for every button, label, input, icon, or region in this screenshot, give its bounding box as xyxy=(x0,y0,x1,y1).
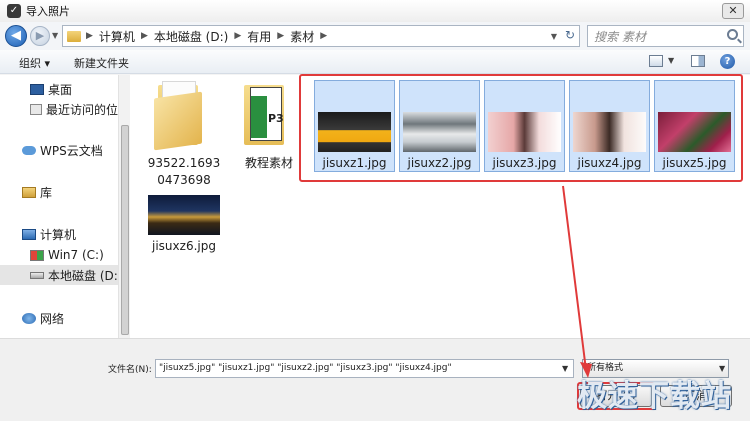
sidebar-item-local-disk-d[interactable]: 本地磁盘 (D: xyxy=(0,265,118,285)
breadcrumb-materials[interactable]: 素材 xyxy=(290,28,314,45)
close-button[interactable]: ✕ xyxy=(722,3,744,19)
image-thumbnail xyxy=(573,112,646,152)
folder-93522[interactable] xyxy=(154,81,204,151)
sidebar-item-label: Win7 (C:) xyxy=(48,248,104,262)
library-icon xyxy=(22,186,36,198)
cloud-icon xyxy=(22,145,36,155)
scrollbar-thumb[interactable] xyxy=(121,125,129,335)
chevron-right-icon[interactable]: ▶ xyxy=(320,31,327,41)
breadcrumb-local-disk[interactable]: 本地磁盘 (D:) xyxy=(154,28,228,45)
file-jisuxz2[interactable]: jisuxz2.jpg xyxy=(399,80,480,172)
address-dropdown-icon[interactable]: ▼ xyxy=(551,32,557,41)
windows-drive-icon xyxy=(30,249,44,261)
cancel-button[interactable]: 取消 xyxy=(660,385,732,407)
navigation-pane: 桌面 最近访问的位 WPS云文档 库 计算机 Win7 (C:) 本地磁盘 (D… xyxy=(0,75,118,338)
mp3-stripe xyxy=(251,96,267,138)
folder-icon xyxy=(154,91,202,151)
chevron-right-icon[interactable]: ▶ xyxy=(141,31,148,41)
image-thumbnail xyxy=(403,112,476,152)
file-jisuxz6-label[interactable]: jisuxz6.jpg xyxy=(144,238,224,255)
preview-pane-icon[interactable] xyxy=(691,55,705,67)
window-title: 导入照片 xyxy=(26,5,70,18)
file-jisuxz1[interactable]: jisuxz1.jpg xyxy=(314,80,395,172)
drive-icon xyxy=(30,271,44,279)
sidebar-item-network[interactable]: 网络 xyxy=(0,308,118,328)
history-dropdown-icon[interactable]: ▼ xyxy=(52,31,58,40)
mp3-file-icon: P3 xyxy=(250,87,284,141)
sidebar-item-computer[interactable]: 计算机 xyxy=(0,224,118,244)
computer-icon xyxy=(22,228,36,240)
filetype-dropdown-icon[interactable]: ▼ xyxy=(719,364,725,373)
sidebar-item-label: 桌面 xyxy=(48,82,73,97)
sidebar-item-library[interactable]: 库 xyxy=(0,182,118,202)
recent-icon xyxy=(30,103,42,115)
file-name: jisuxz3.jpg xyxy=(492,156,557,170)
sidebar-item-wps-cloud[interactable]: WPS云文档 xyxy=(0,140,118,160)
mp3-badge: P3 xyxy=(268,112,284,125)
back-button[interactable]: ◀ xyxy=(5,25,27,47)
folder-icon xyxy=(67,30,81,42)
folder-tutorial-materials[interactable]: P3 xyxy=(240,81,290,149)
chevron-right-icon[interactable]: ▶ xyxy=(277,31,284,41)
file-list: 93522.1693 0473698 P3 教程素材 jisuxz1.jpg j… xyxy=(130,75,750,338)
forward-button[interactable]: ▶ xyxy=(30,26,50,46)
folder-label-line2: 0473698 xyxy=(157,173,211,187)
search-icon xyxy=(727,29,738,40)
chevron-right-icon[interactable]: ▶ xyxy=(86,31,93,41)
navigation-bar: ◀ ▶ ▼ ▶ 计算机 ▶ 本地磁盘 (D:) ▶ 有用 ▶ 素材 ▶ ▼ ↻ … xyxy=(0,22,750,50)
sidebar-item-label: 本地磁盘 (D: xyxy=(48,268,118,283)
breadcrumb-useful[interactable]: 有用 xyxy=(247,28,271,45)
folder-tutorial-label[interactable]: 教程素材 xyxy=(234,155,304,172)
image-thumbnail xyxy=(488,112,561,152)
organize-menu[interactable]: 组织 ▾ xyxy=(19,55,50,71)
image-thumbnail xyxy=(318,112,391,152)
desktop-icon xyxy=(30,83,44,95)
network-icon xyxy=(22,312,36,324)
app-icon: ✓ xyxy=(7,4,21,18)
sidebar-item-label: WPS云文档 xyxy=(40,143,103,158)
sidebar-item-desktop[interactable]: 桌面 xyxy=(0,79,118,99)
new-folder-button[interactable]: 新建文件夹 xyxy=(74,55,129,71)
chevron-right-icon[interactable]: ▶ xyxy=(234,31,241,41)
image-thumbnail xyxy=(658,112,731,152)
filename-input[interactable]: "jisuxz5.jpg" "jisuxz1.jpg" "jisuxz2.jpg… xyxy=(155,359,574,378)
file-name: jisuxz2.jpg xyxy=(407,156,472,170)
help-icon[interactable]: ? xyxy=(720,54,735,69)
filename-dropdown-icon[interactable]: ▼ xyxy=(562,364,568,373)
folder-label-line1: 93522.1693 xyxy=(147,156,221,170)
sidebar-item-label: 库 xyxy=(40,185,53,200)
file-name: jisuxz5.jpg xyxy=(662,156,727,170)
sidebar-item-label: 最近访问的位 xyxy=(45,102,118,117)
filename-label: 文件名(N): xyxy=(108,365,152,375)
file-jisuxz3[interactable]: jisuxz3.jpg xyxy=(484,80,565,172)
open-button-highlight xyxy=(577,382,655,410)
refresh-button[interactable]: ↻ xyxy=(565,28,575,42)
command-toolbar: 组织 ▾ 新建文件夹 ▼ ? xyxy=(0,50,750,74)
sidebar-item-win7-drive[interactable]: Win7 (C:) xyxy=(0,245,118,265)
view-dropdown-icon[interactable]: ▼ xyxy=(668,56,674,65)
sidebar-item-recent[interactable]: 最近访问的位 xyxy=(0,99,118,119)
file-jisuxz6-thumbnail[interactable] xyxy=(148,195,220,235)
filetype-select[interactable]: 所有格式 xyxy=(582,359,729,378)
address-bar[interactable]: ▶ 计算机 ▶ 本地磁盘 (D:) ▶ 有用 ▶ 素材 ▶ ▼ ↻ xyxy=(62,25,580,47)
sidebar-item-label: 计算机 xyxy=(40,227,77,242)
folder-93522-label[interactable]: 93522.1693 0473698 xyxy=(144,155,224,189)
search-input[interactable]: 搜索 素材 xyxy=(587,25,744,47)
title-bar: ✓ 导入照片 ✕ xyxy=(0,0,750,22)
sidebar-scrollbar[interactable] xyxy=(118,75,130,338)
view-icon[interactable] xyxy=(649,55,663,67)
file-jisuxz5[interactable]: jisuxz5.jpg xyxy=(654,80,735,172)
sidebar-item-label: 网络 xyxy=(40,311,65,326)
search-placeholder: 搜索 素材 xyxy=(594,29,646,44)
file-name: jisuxz1.jpg xyxy=(322,156,387,170)
file-name: jisuxz4.jpg xyxy=(577,156,642,170)
breadcrumb-computer[interactable]: 计算机 xyxy=(99,28,135,45)
file-jisuxz4[interactable]: jisuxz4.jpg xyxy=(569,80,650,172)
